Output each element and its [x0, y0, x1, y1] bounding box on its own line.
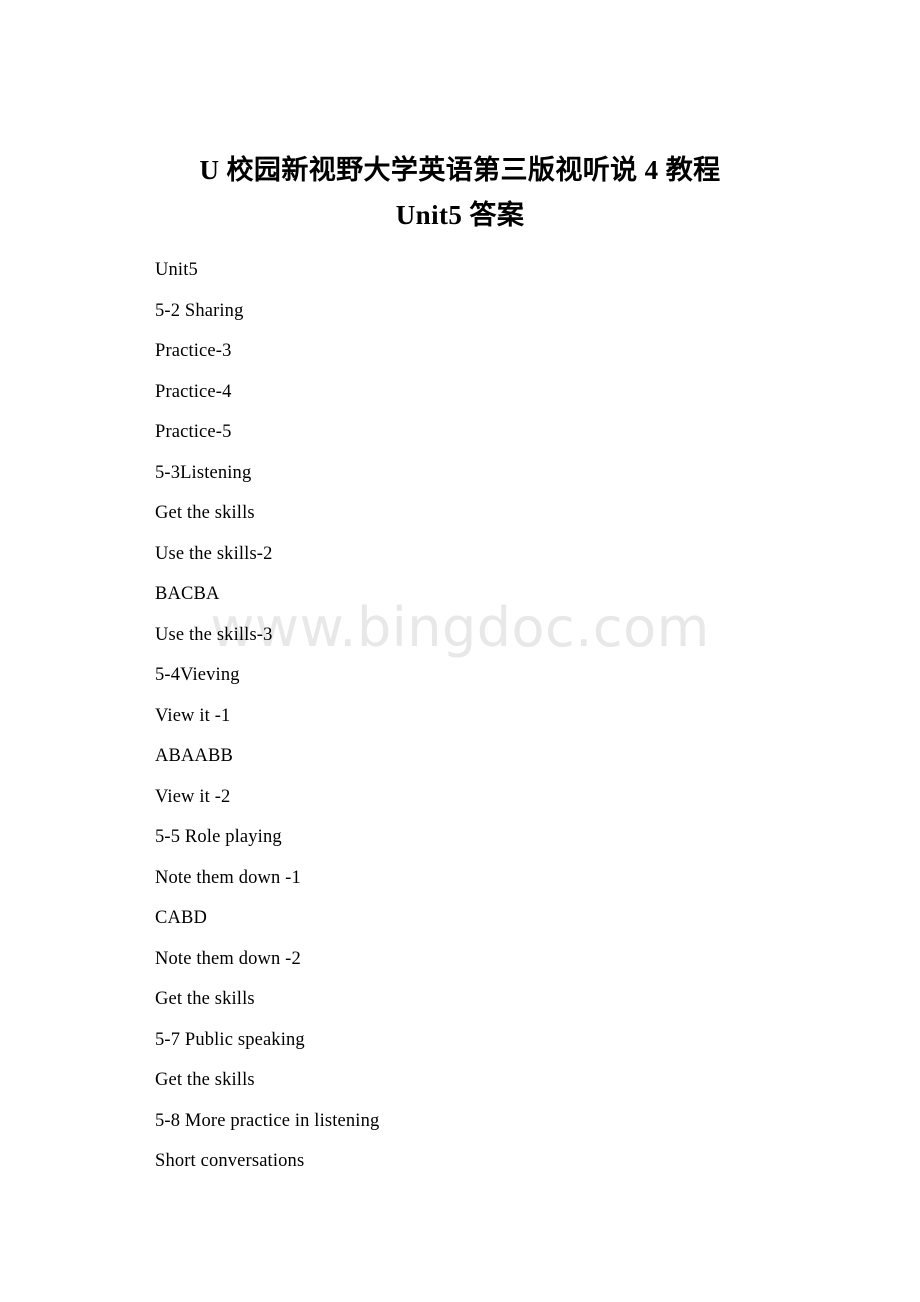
outline-line: Short conversations: [155, 1151, 305, 1171]
outline-line: 5-2 Sharing: [155, 300, 244, 321]
outline-line: Use the skills-2: [155, 543, 273, 564]
outline-line: Practice-3: [155, 341, 232, 361]
answer-outline-list: Unit5 5-2 Sharing Practice-3 Practice-4 Prac…: [155, 250, 855, 1182]
outline-line: BACBA: [155, 584, 220, 604]
outline-line: Practice-5: [155, 422, 232, 442]
outline-line: Get the skills: [155, 989, 255, 1009]
outline-line: View it -1: [155, 705, 231, 726]
outline-line: 5-5 Role playing: [155, 827, 282, 847]
outline-line: Note them down -1: [155, 867, 301, 888]
outline-line: Note them down -2: [155, 948, 301, 969]
outline-line: Use the skills-3: [155, 624, 273, 645]
document-page: www.bingdoc.com U 校园新视野大学英语第三版视听说 4 教程 U…: [0, 0, 920, 1302]
outline-line: 5-4Vieving: [155, 665, 240, 685]
outline-line: Get the skills: [155, 1070, 255, 1090]
outline-line: CABD: [155, 908, 207, 928]
document-title: U 校园新视野大学英语第三版视听说 4 教程 Unit5 答案: [110, 148, 810, 238]
document-title-line-1: U 校园新视野大学英语第三版视听说 4 教程: [199, 155, 721, 185]
document-title-line-2: Unit5 答案: [395, 200, 525, 230]
outline-line: Practice-4: [155, 381, 232, 402]
outline-line: 5-8 More practice in listening: [155, 1110, 380, 1131]
outline-line: 5-3Listening: [155, 462, 252, 483]
outline-line: 5-7 Public speaking: [155, 1029, 305, 1050]
outline-line: View it -2: [155, 786, 231, 807]
outline-line: Get the skills: [155, 503, 255, 523]
outline-line: Unit5: [155, 260, 198, 280]
outline-line: ABAABB: [155, 746, 233, 766]
